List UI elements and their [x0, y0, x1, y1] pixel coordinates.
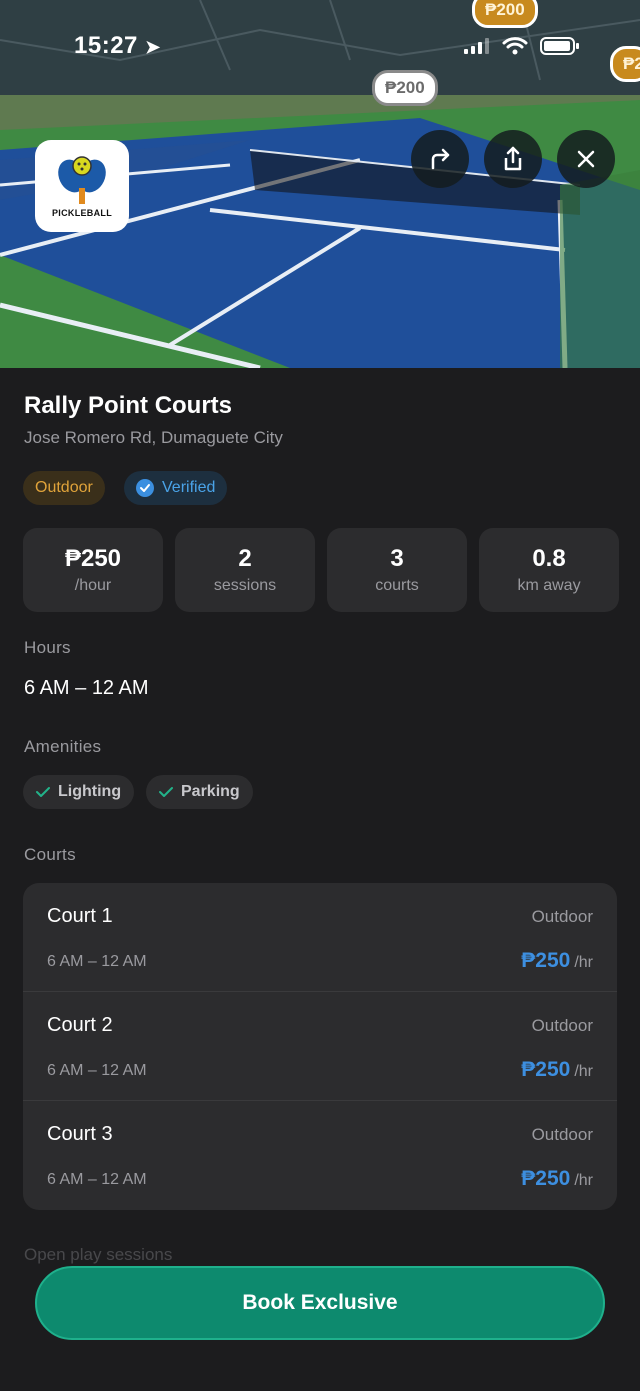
stat-courts: 3 courts: [327, 528, 467, 612]
court-name: Court 3: [47, 1123, 113, 1145]
verified-badge-label: Verified: [162, 479, 216, 496]
court-price-unit: /hr: [574, 1172, 593, 1189]
court-name: Court 1: [47, 905, 113, 927]
court-price-amount: ₱250: [521, 1058, 571, 1081]
verified-check-icon: [136, 479, 154, 497]
wifi-icon: [502, 37, 528, 55]
hours-label: Hours: [24, 638, 71, 657]
stat-sessions: 2 sessions: [175, 528, 315, 612]
close-button[interactable]: [557, 130, 615, 188]
cellular-signal-icon: [464, 38, 489, 54]
venue-address: Jose Romero Rd, Dumaguete City: [24, 428, 283, 447]
court-price-unit: /hr: [574, 1063, 593, 1080]
directions-button[interactable]: [411, 130, 469, 188]
court-row[interactable]: Court 1 Outdoor 6 AM – 12 AM ₱250/hr: [23, 883, 617, 992]
stat-label: courts: [375, 577, 419, 594]
stat-label: km away: [517, 577, 581, 594]
courts-list: Court 1 Outdoor 6 AM – 12 AM ₱250/hr Cou…: [23, 883, 617, 1210]
court-hours: 6 AM – 12 AM: [47, 953, 147, 970]
amenity-label: Lighting: [58, 783, 122, 800]
court-price: ₱250/hr: [521, 949, 593, 973]
court-price: ₱250/hr: [521, 1058, 593, 1082]
court-price: ₱250/hr: [521, 1167, 593, 1191]
venue-hero: 15:27 ➤ ₱200 ₱200 ₱2: [0, 0, 640, 368]
hours-value: 6 AM – 12 AM: [24, 677, 149, 699]
court-name: Court 2: [47, 1014, 113, 1036]
stat-value: ₱250: [64, 545, 122, 572]
amenity-label: Parking: [181, 783, 240, 800]
book-exclusive-button[interactable]: Book Exclusive: [35, 1266, 605, 1340]
outdoor-badge-label: Outdoor: [35, 479, 93, 496]
close-icon: [577, 150, 595, 168]
venue-logo: PICKLEBALL: [35, 140, 129, 232]
stat-label: /hour: [74, 577, 112, 594]
venue-details-sheet: Rally Point Courts Jose Romero Rd, Dumag…: [0, 368, 640, 1391]
court-hours: 6 AM – 12 AM: [47, 1171, 147, 1188]
amenity-chip-lighting: Lighting: [23, 775, 135, 809]
stat-value: 3: [390, 545, 404, 572]
venue-stats: ₱250 /hour 2 sessions 3 courts 0.8 km aw…: [23, 528, 619, 612]
court-price-amount: ₱250: [521, 1167, 571, 1190]
outdoor-badge: Outdoor: [23, 471, 105, 505]
open-play-label: Open play sessions: [24, 1245, 173, 1264]
court-hours: 6 AM – 12 AM: [47, 1062, 147, 1079]
stat-value: 2: [238, 545, 252, 572]
court-row[interactable]: Court 3 Outdoor 6 AM – 12 AM ₱250/hr: [23, 1101, 617, 1210]
court-row[interactable]: Court 2 Outdoor 6 AM – 12 AM ₱250/hr: [23, 992, 617, 1101]
court-type: Outdoor: [531, 1125, 593, 1144]
stat-price: ₱250 /hour: [23, 528, 163, 612]
pickleball-paddles-icon: [58, 156, 106, 204]
location-arrow-icon: ➤: [145, 37, 161, 57]
stat-distance: 0.8 km away: [479, 528, 619, 612]
amenity-chip-parking: Parking: [146, 775, 253, 809]
amenities-label: Amenities: [24, 737, 102, 756]
battery-icon: [540, 37, 579, 55]
court-price-unit: /hr: [574, 954, 593, 971]
status-bar: 15:27 ➤: [0, 0, 640, 96]
verified-badge: Verified: [124, 471, 228, 505]
share-button[interactable]: [484, 130, 542, 188]
court-type: Outdoor: [531, 907, 593, 926]
court-type: Outdoor: [531, 1016, 593, 1035]
status-time: 15:27 ➤: [74, 32, 161, 59]
stat-label: sessions: [213, 577, 277, 594]
check-icon: [159, 787, 173, 797]
stat-value: 0.8: [532, 545, 566, 572]
court-price-amount: ₱250: [521, 949, 571, 972]
venue-name: Rally Point Courts: [24, 392, 233, 419]
directions-icon: [431, 148, 450, 170]
logo-text: PICKLEBALL: [52, 208, 112, 218]
share-icon: [504, 146, 522, 171]
courts-label: Courts: [24, 845, 76, 864]
check-icon: [36, 787, 50, 797]
